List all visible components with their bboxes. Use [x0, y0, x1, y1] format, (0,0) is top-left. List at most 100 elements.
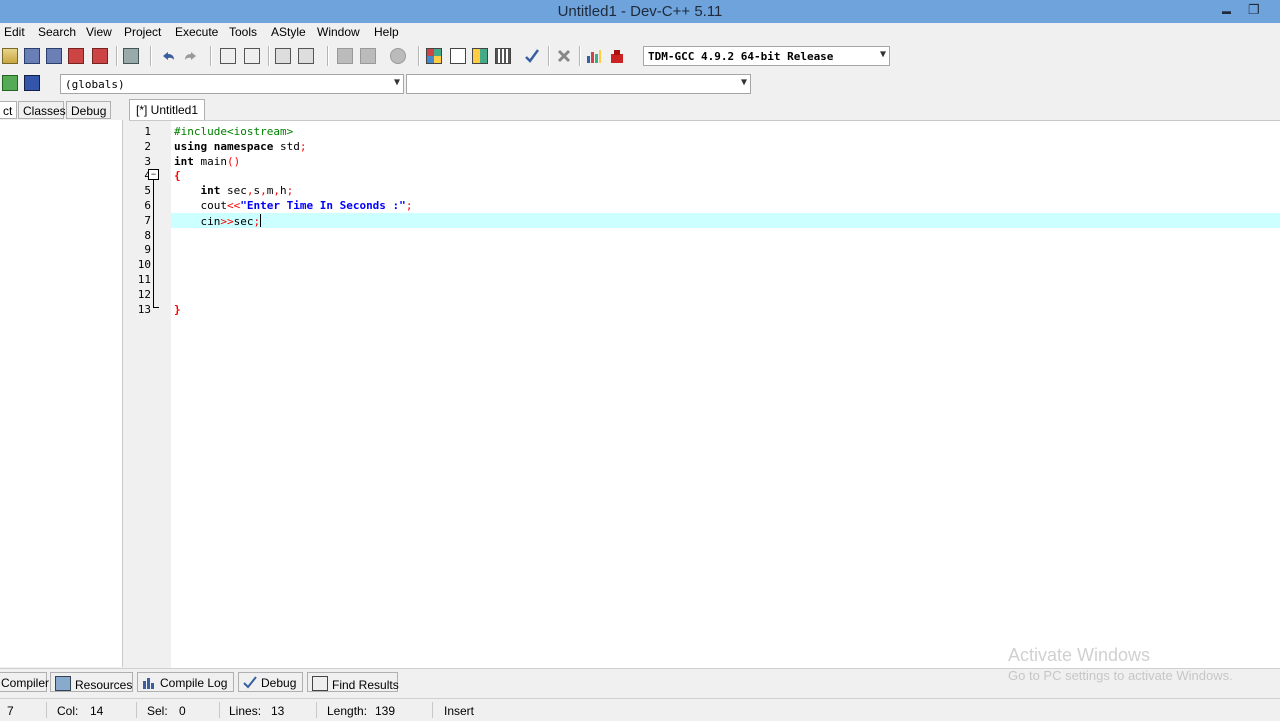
code-line[interactable]: int sec,s,m,h; — [174, 184, 294, 198]
unindent-icon[interactable] — [298, 48, 314, 64]
scope-select-value: (globals) — [65, 78, 125, 91]
code-line[interactable]: using namespace std; — [174, 140, 306, 153]
print-icon[interactable] — [123, 48, 139, 64]
menu-execute[interactable]: Execute — [175, 25, 218, 39]
save-icon[interactable] — [24, 48, 40, 64]
find-results-icon — [312, 676, 328, 691]
line-number: 9 — [144, 243, 151, 257]
replace-icon[interactable] — [244, 48, 260, 64]
line-number: 8 — [144, 228, 151, 242]
undo-icon[interactable] — [160, 48, 176, 64]
menu-tools[interactable]: Tools — [229, 25, 257, 39]
project-tree[interactable] — [0, 120, 123, 667]
resources-icon — [55, 676, 71, 691]
insert-icon[interactable] — [2, 75, 18, 91]
save-all-icon[interactable] — [46, 48, 62, 64]
restore-button[interactable]: ❐ — [1248, 2, 1260, 18]
tab-debug-output[interactable]: Debug — [238, 672, 303, 692]
code-area[interactable]: #include<iostream> using namespace std; in… — [171, 121, 1280, 668]
code-token: ; — [405, 199, 413, 212]
status-mode: Insert — [444, 704, 475, 718]
fold-collapse-icon[interactable]: − — [148, 169, 159, 181]
chart-icon — [142, 676, 156, 689]
current-line-highlight — [171, 212, 1280, 228]
debug-icon[interactable] — [609, 48, 625, 64]
menu-window[interactable]: Window — [317, 25, 360, 39]
code-line[interactable]: int main() — [174, 155, 240, 168]
code-line[interactable]: { — [174, 169, 181, 182]
code-token: using — [174, 139, 208, 153]
code-token: , — [273, 184, 280, 198]
code-token: #include<iostream> — [174, 125, 294, 138]
indent-icon[interactable] — [275, 48, 291, 64]
status-line: 7 — [7, 704, 14, 718]
code-token: std — [273, 139, 300, 153]
line-number: 3 — [144, 154, 151, 168]
status-lines-label: Lines: — [229, 704, 262, 718]
status-bar: 7 Col: 14 Sel: 0 Lines: 13 Length: 139 I… — [0, 698, 1280, 721]
code-token: << — [226, 199, 241, 212]
code-token: int — [174, 154, 194, 168]
menu-project[interactable]: Project — [124, 25, 161, 39]
tab-classes[interactable]: Classes — [18, 101, 66, 119]
profile-icon[interactable] — [586, 48, 602, 64]
code-token: main — [193, 154, 227, 168]
clean-icon[interactable] — [556, 48, 572, 64]
close-file-icon[interactable] — [68, 48, 84, 64]
redo-icon[interactable] — [183, 48, 199, 64]
compile-icon[interactable] — [426, 48, 442, 64]
status-lines: 13 — [271, 704, 285, 718]
panel-splitter[interactable] — [123, 99, 127, 667]
code-line[interactable]: cout<<"Enter Time In Seconds :"; — [174, 199, 412, 212]
tab-debug[interactable]: Debug — [66, 101, 111, 119]
new-file-icon[interactable] — [2, 48, 18, 64]
menu-search[interactable]: Search — [38, 25, 76, 39]
line-number: 7 — [144, 213, 151, 227]
close-all-icon[interactable] — [92, 48, 108, 64]
compiler-select-value: TDM-GCC 4.9.2 64-bit Release — [648, 50, 834, 63]
run-icon[interactable] — [450, 48, 466, 64]
tab-compiler[interactable]: Compiler — [0, 672, 50, 692]
code-token: } — [174, 302, 181, 316]
menu-edit[interactable]: Edit — [4, 25, 25, 39]
function-select[interactable]: ▼ — [406, 74, 751, 94]
goto-bookmark-icon[interactable] — [360, 48, 376, 64]
toggle-bookmark-icon[interactable] — [337, 48, 353, 64]
menu-astyle[interactable]: AStyle — [271, 25, 306, 39]
code-editor[interactable]: 12345678910111213− #include<iostream>usi… — [129, 120, 1280, 668]
minimize-button[interactable]: ▬ — [1222, 6, 1231, 16]
status-sel-label: Sel: — [147, 704, 168, 718]
code-line[interactable]: } — [174, 303, 181, 316]
code-token: , — [246, 184, 254, 198]
main-toolbar: TDM-GCC 4.9.2 64-bit Release ▼ — [0, 42, 1280, 70]
code-token: int — [200, 184, 221, 198]
menu-view[interactable]: View — [86, 25, 112, 39]
line-number: 10 — [137, 258, 151, 272]
tab-compile-log[interactable]: Compile Log — [137, 672, 234, 692]
status-sel: 0 — [179, 704, 186, 718]
line-number: 2 — [144, 139, 151, 153]
tab-project[interactable]: ct — [0, 101, 17, 119]
rebuild-icon[interactable] — [495, 48, 511, 64]
line-number: 5 — [144, 184, 151, 198]
syntax-check-icon[interactable] — [524, 48, 540, 64]
menu-bar: Edit Search View Project Execute Tools A… — [0, 23, 1280, 42]
tab-resources[interactable]: Resources — [50, 672, 133, 692]
code-line[interactable]: cin>>sec; — [174, 213, 262, 228]
tab-find-results[interactable]: Find Results — [307, 672, 399, 692]
code-token: , — [260, 184, 267, 198]
tab-resources-label: Resources — [75, 678, 133, 692]
code-token: namespace — [213, 139, 274, 153]
menu-help[interactable]: Help — [374, 25, 399, 39]
stop-icon[interactable] — [390, 48, 406, 64]
tab-compiler-label: Compiler — [1, 676, 50, 690]
find-icon[interactable] — [220, 48, 236, 64]
editor-tab-untitled1[interactable]: [*] Untitled1 — [129, 99, 206, 120]
compiler-select[interactable]: TDM-GCC 4.9.2 64-bit Release ▼ — [643, 46, 890, 66]
scope-select[interactable]: (globals) ▼ — [60, 74, 404, 94]
code-line[interactable]: #include<iostream> — [174, 125, 293, 138]
bookmark-icon[interactable] — [24, 75, 40, 91]
compile-run-icon[interactable] — [472, 48, 488, 64]
